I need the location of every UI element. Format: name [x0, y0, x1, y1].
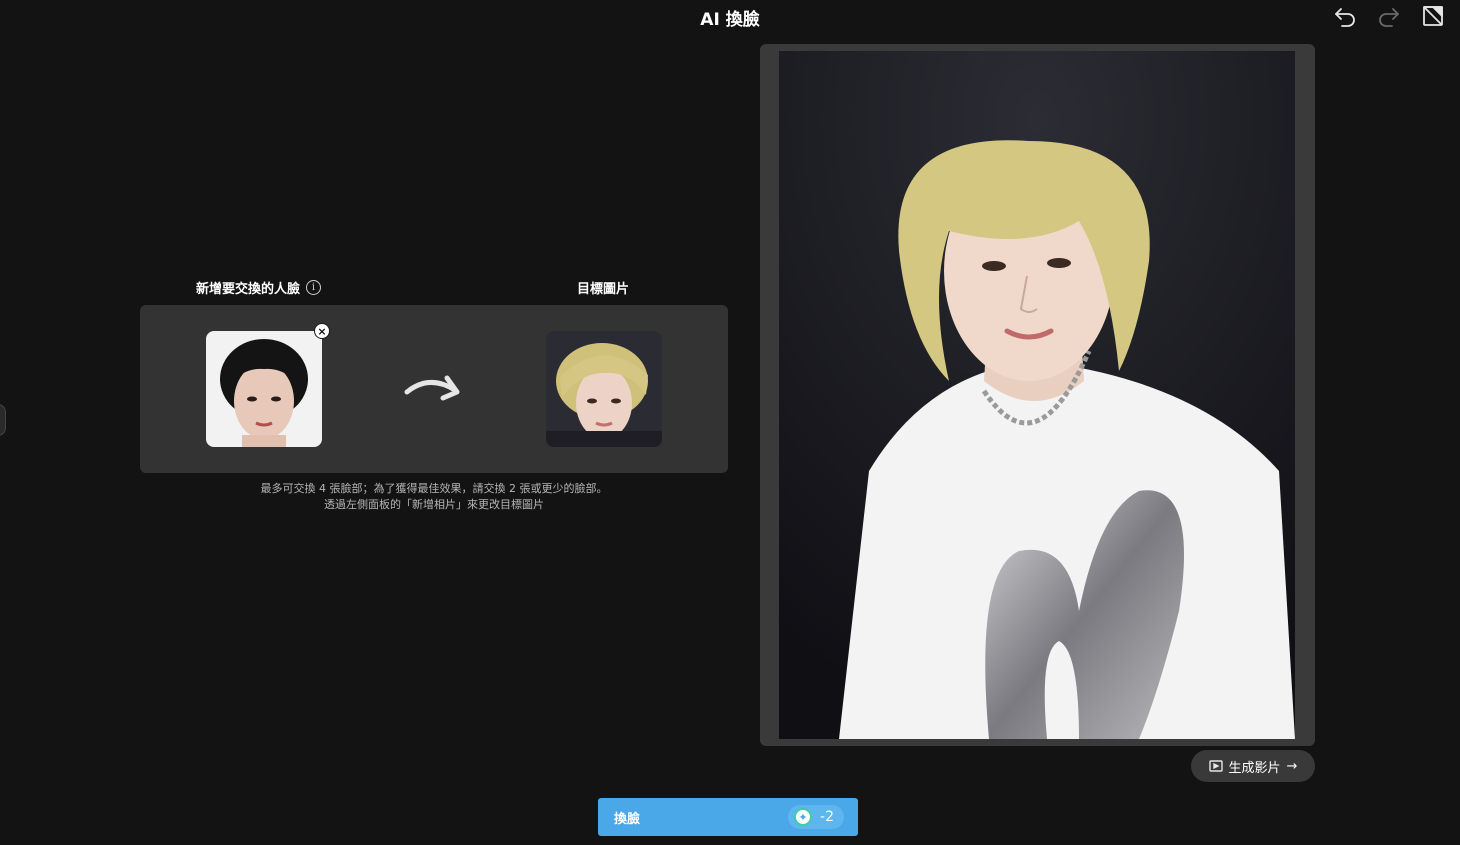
source-face-thumbnail[interactable]	[206, 331, 322, 447]
info-icon[interactable]: i	[306, 280, 322, 295]
source-faces-label: 新增要交換的人臉 i	[196, 278, 322, 297]
credit-icon: ✦	[794, 808, 813, 826]
credit-cost-badge: ✦ -2	[788, 805, 844, 829]
video-icon	[1208, 760, 1223, 772]
swap-hint: 最多可交換 4 張臉部；為了獲得最佳效果，請交換 2 張或更少的臉部。 透過左側…	[140, 481, 728, 513]
remove-face-button[interactable]: ×	[314, 323, 330, 339]
credit-cost: -2	[820, 809, 834, 825]
compare-icon[interactable]	[1421, 4, 1445, 28]
generate-video-button[interactable]: 生成影片 →	[1191, 750, 1315, 782]
target-image-thumbnail[interactable]	[546, 331, 662, 447]
page-title: AI 換臉	[700, 10, 760, 30]
left-panel-handle[interactable]	[0, 404, 6, 436]
arrow-right-icon: →	[1286, 758, 1298, 774]
hint-line-2: 透過左側面板的「新增相片」來更改目標圖片	[324, 498, 544, 511]
undo-icon[interactable]	[1333, 4, 1357, 28]
redo-icon[interactable]	[1377, 4, 1401, 28]
source-faces-label-text: 新增要交換的人臉	[196, 282, 301, 297]
swap-face-label: 換臉	[614, 811, 641, 827]
hint-line-1: 最多可交換 4 張臉部；為了獲得最佳效果，請交換 2 張或更少的臉部。	[260, 482, 608, 495]
swap-arrow-icon	[403, 372, 465, 410]
generate-video-label: 生成影片	[1228, 760, 1281, 776]
swap-face-button[interactable]: 換臉 ✦ -2	[598, 798, 858, 836]
preview-image	[779, 51, 1295, 739]
target-image-label: 目標圖片	[577, 282, 630, 297]
